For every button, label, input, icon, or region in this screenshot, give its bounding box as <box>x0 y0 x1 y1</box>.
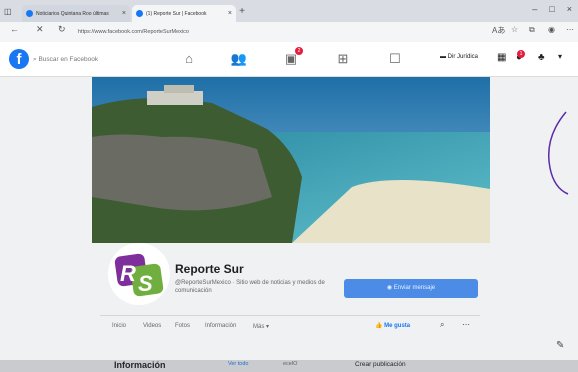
tab-inicio[interactable]: Inicio <box>112 323 126 329</box>
tab-informacion[interactable]: Información <box>205 323 236 329</box>
menu-grid-icon[interactable]: ▦ <box>497 52 506 63</box>
page-title: Reporte Sur <box>175 262 244 276</box>
maximize-button[interactable]: □ <box>549 4 554 14</box>
read-aloud-icon[interactable]: Aあ <box>492 25 505 36</box>
search-placeholder: Buscar en Facebook <box>38 56 99 63</box>
page-description: @ReporteSurMexico · Sitio web de noticia… <box>175 280 325 294</box>
groups-icon[interactable]: ☐ <box>386 50 404 68</box>
tab-title: (1) Reporte Sur | Facebook <box>146 10 207 17</box>
tab-favicon-icon <box>26 10 33 17</box>
thumbs-up-icon: 👍 <box>375 323 385 329</box>
messenger-badge: 1 <box>517 50 526 58</box>
back-arrow-icon[interactable]: ← <box>10 24 19 34</box>
favorite-star-icon[interactable]: ☆ <box>511 25 518 34</box>
more-options-icon[interactable]: ⋯ <box>462 320 470 329</box>
pen-stroke-mark <box>548 111 569 195</box>
messenger-icon: ◉ <box>386 285 394 291</box>
edit-icon[interactable]: ✎ <box>556 340 564 351</box>
tab-favicon-icon <box>136 10 143 17</box>
home-icon[interactable]: ⌂ <box>180 50 198 68</box>
cover-photo[interactable] <box>92 77 490 243</box>
watch-icon[interactable]: ▣ 2 <box>282 47 303 68</box>
minimize-button[interactable]: – <box>532 4 537 14</box>
tab-videos[interactable]: Videos <box>143 323 161 329</box>
window-menu-icon[interactable]: ◫ <box>4 7 12 16</box>
bottom-edge <box>0 360 578 372</box>
tab-fotos[interactable]: Fotos <box>175 323 190 329</box>
profile-icon[interactable]: ◉ <box>548 25 555 34</box>
like-label: Me gusta <box>384 323 411 329</box>
notification-badge: 2 <box>295 47 303 55</box>
close-window-button[interactable]: × <box>567 4 572 14</box>
marketplace-icon[interactable]: ⊞ <box>334 50 352 68</box>
facebook-logo[interactable]: f <box>9 49 29 69</box>
like-button[interactable]: 👍 Me gusta <box>375 322 410 329</box>
messenger-icon[interactable]: ●1 <box>516 50 526 63</box>
send-message-label: Enviar mensaje <box>393 285 436 291</box>
new-tab-button[interactable]: + <box>236 6 248 18</box>
page-logo-avatar[interactable]: R S <box>108 243 170 305</box>
cliff-rock <box>92 134 272 211</box>
notifications-bell-icon[interactable]: ♣ <box>538 52 545 63</box>
close-icon[interactable]: ✕ <box>36 24 44 35</box>
more-menu-icon[interactable]: ⋯ <box>566 25 574 34</box>
svg-text:S: S <box>138 271 153 296</box>
search-icon[interactable]: ⌕ <box>440 320 444 330</box>
url-field[interactable]: https://www.facebook.com/ReporteSurMexic… <box>78 26 478 39</box>
browser-tab-reporte-sur[interactable]: (1) Reporte Sur | Facebook × <box>132 5 236 22</box>
avatar: ▬ <box>440 54 448 60</box>
tab-mas[interactable]: Más ▾ <box>253 323 269 330</box>
window-controls: – □ × <box>532 4 572 14</box>
account-chevron-icon[interactable]: ▾ <box>558 52 562 61</box>
tab-title: Noticiarios Quintana Roo últimas <box>36 10 109 17</box>
tab-close-icon[interactable]: × <box>228 10 232 17</box>
send-message-button[interactable]: ◉ Enviar mensaje <box>344 279 478 298</box>
reload-icon[interactable]: ↻ <box>58 24 66 35</box>
facebook-search-input[interactable]: ⌕ Buscar en Facebook <box>33 52 113 67</box>
profile-name: Dir Jurídica <box>447 54 479 60</box>
ruin-temple <box>147 91 203 105</box>
divider <box>100 315 480 316</box>
tab-close-icon[interactable]: × <box>122 10 126 17</box>
svg-text:R: R <box>120 261 136 286</box>
ruin-temple-top <box>164 85 194 93</box>
profile-link[interactable]: ▬ Dir Jurídica <box>440 54 478 60</box>
friends-icon[interactable]: 👥 <box>230 50 248 68</box>
browser-tab-noticiarios[interactable]: Noticiarios Quintana Roo últimas × <box>22 5 130 22</box>
collections-icon[interactable]: ⧉ <box>529 25 535 35</box>
